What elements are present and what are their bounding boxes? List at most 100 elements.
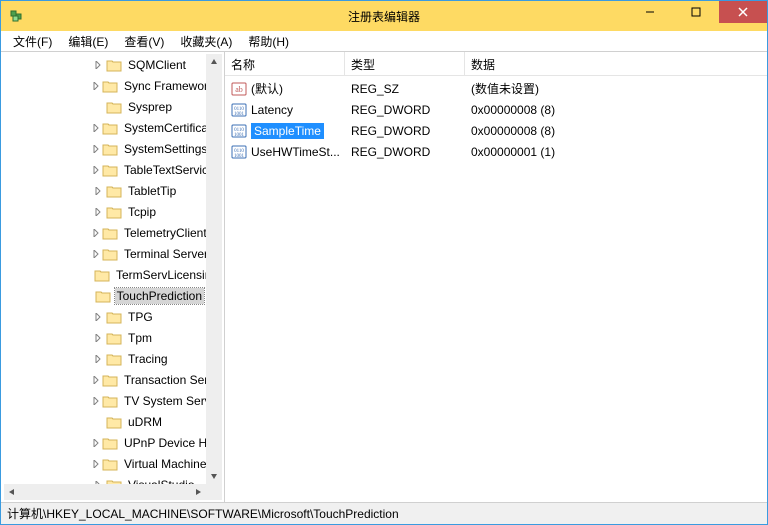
folder-icon [106,310,122,324]
tree-horizontal-scrollbar[interactable] [4,484,206,500]
tree-item-label: Tcpip [126,204,158,220]
window-controls [627,1,767,23]
tree-item[interactable]: uDRM [4,411,204,432]
value-list[interactable]: ab(默认)REG_SZ(数值未设置)01101001LatencyREG_DW… [225,76,767,502]
list-row[interactable]: 01101001SampleTimeREG_DWORD0x00000008 (8… [225,120,767,141]
expand-collapse-icon[interactable] [92,185,104,197]
list-row[interactable]: ab(默认)REG_SZ(数值未设置) [225,78,767,99]
list-row[interactable]: 01101001UseHWTimeSt...REG_DWORD0x0000000… [225,141,767,162]
cell-data: 0x00000001 (1) [465,145,767,159]
tree-item-label: TouchPrediction [115,288,204,304]
expand-collapse-icon[interactable] [92,227,100,239]
tree-item[interactable]: TermServLicensing [4,264,204,285]
tree-item[interactable]: Sysprep [4,96,204,117]
tree-item-label: SQMClient [126,57,188,73]
expand-collapse-icon[interactable] [92,311,104,323]
tree-item[interactable]: UPnP Device Host [4,432,204,453]
folder-icon [106,58,122,72]
folder-icon [106,352,122,366]
tree-view[interactable]: SQMClient Sync Framework Sysprep SystemCert… [4,54,222,500]
tree-item[interactable]: Tpm [4,327,204,348]
scroll-corner [206,484,222,500]
menu-view[interactable]: 查看(V) [116,31,172,52]
folder-icon [102,163,118,177]
reg-dword-icon: 01101001 [231,123,247,139]
titlebar: 注册表编辑器 [1,1,767,31]
tree-item[interactable]: Tracing [4,348,204,369]
folder-icon [95,289,111,303]
tree-panel: SQMClient Sync Framework Sysprep SystemCert… [1,52,225,502]
tree-item-label: TableTextService [122,162,217,178]
tree-item-label: TabletTip [126,183,178,199]
tree-item[interactable]: TV System Services [4,390,204,411]
folder-icon [106,331,122,345]
tree-vertical-scrollbar[interactable] [206,54,222,484]
tree-item[interactable]: Transaction Server [4,369,204,390]
cell-name: 01101001SampleTime [225,123,345,139]
tree-item[interactable]: TelemetryClient [4,222,204,243]
menubar: 文件(F) 编辑(E) 查看(V) 收藏夹(A) 帮助(H) [1,31,767,52]
tree-item-label: TPG [126,309,155,325]
expand-collapse-icon[interactable] [92,332,104,344]
column-header-data[interactable]: 数据 [465,52,767,75]
scroll-right-button[interactable] [190,484,206,500]
cell-data: 0x00000008 (8) [465,124,767,138]
tree-item[interactable]: TPG [4,306,204,327]
menu-favorites[interactable]: 收藏夹(A) [172,31,240,52]
value-name: (默认) [251,79,283,98]
tree-item[interactable]: TableTextService [4,159,204,180]
maximize-button[interactable] [673,1,719,23]
close-button[interactable] [719,1,767,23]
expand-collapse-icon[interactable] [92,248,100,260]
value-name: UseHWTimeSt... [251,144,340,160]
tree-item[interactable]: TouchPrediction [4,285,204,306]
folder-icon [102,142,118,156]
menu-edit[interactable]: 编辑(E) [60,31,116,52]
expand-collapse-icon[interactable] [92,437,100,449]
tree-item[interactable]: Sync Framework [4,75,204,96]
tree-item[interactable]: SQMClient [4,54,204,75]
menu-file[interactable]: 文件(F) [5,31,60,52]
value-name: SampleTime [251,123,324,139]
expand-collapse-icon[interactable] [92,374,100,386]
scroll-down-button[interactable] [206,468,222,484]
folder-icon [102,226,118,240]
tree-item-label: Sysprep [126,99,174,115]
expand-collapse-icon[interactable] [92,353,104,365]
tree-item[interactable]: Terminal Server Client [4,243,204,264]
scroll-left-button[interactable] [4,484,20,500]
menu-help[interactable]: 帮助(H) [240,31,297,52]
minimize-button[interactable] [627,1,673,23]
tree-item[interactable]: Tcpip [4,201,204,222]
expand-collapse-icon[interactable] [92,206,104,218]
reg-sz-icon: ab [231,81,247,97]
cell-type: REG_SZ [345,82,465,96]
expand-collapse-icon[interactable] [92,143,100,155]
tree-item[interactable]: Virtual Machine [4,453,204,474]
folder-icon [102,436,118,450]
svg-text:1001: 1001 [234,112,245,117]
expand-collapse-icon[interactable] [92,164,100,176]
folder-icon [102,373,118,387]
cell-type: REG_DWORD [345,124,465,138]
tree-item[interactable]: SystemSettings [4,138,204,159]
expand-collapse-icon[interactable] [92,395,100,407]
tree-item-label: Tracing [126,351,170,367]
tree-item[interactable]: SystemCertificates [4,117,204,138]
expand-collapse-icon[interactable] [92,122,100,134]
expand-collapse-icon[interactable] [92,80,100,92]
value-name: Latency [251,102,293,118]
list-header: 名称 类型 数据 [225,52,767,76]
list-row[interactable]: 01101001LatencyREG_DWORD0x00000008 (8) [225,99,767,120]
scroll-up-button[interactable] [206,54,222,70]
cell-data: 0x00000008 (8) [465,103,767,117]
column-header-name[interactable]: 名称 [225,52,345,75]
tree-item-label: Virtual Machine [122,456,209,472]
folder-icon [102,121,118,135]
tree-item[interactable]: TabletTip [4,180,204,201]
expand-collapse-icon[interactable] [92,458,100,470]
expand-collapse-icon[interactable] [92,59,104,71]
column-header-type[interactable]: 类型 [345,52,465,75]
folder-icon [106,205,122,219]
value-list-panel: 名称 类型 数据 ab(默认)REG_SZ(数值未设置)01101001Late… [225,52,767,502]
